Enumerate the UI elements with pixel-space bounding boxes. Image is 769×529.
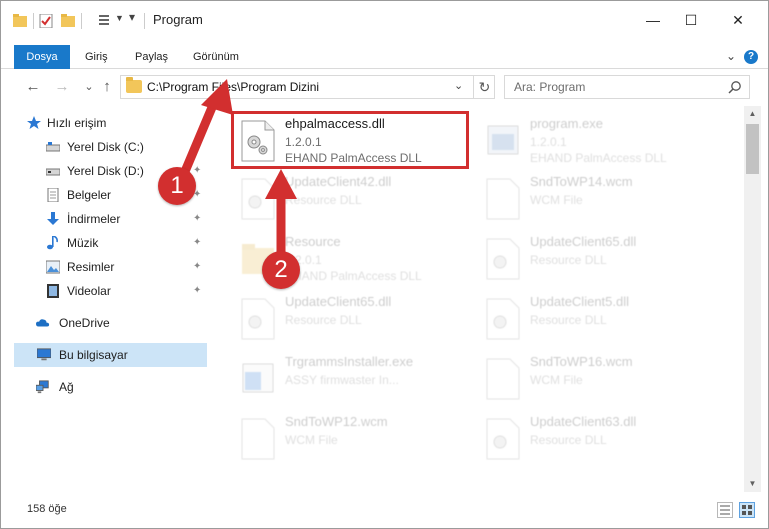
step-2-badge: 2 bbox=[262, 251, 300, 289]
details-view-button[interactable] bbox=[717, 502, 733, 518]
item-count: 158 öğe bbox=[27, 503, 67, 515]
status-bar: 158 öğe bbox=[1, 499, 768, 521]
details-view-icon bbox=[720, 505, 730, 515]
step-1-badge: 1 bbox=[158, 167, 196, 205]
large-icons-view-button[interactable] bbox=[739, 502, 755, 518]
arrow-1-head bbox=[201, 79, 233, 115]
arrow-2-head bbox=[265, 169, 297, 199]
annotation-layer bbox=[176, 79, 297, 261]
explorer-window: ▼ ▾ Program — ☐ ✕ Dosya Giriş Paylaş Gör… bbox=[0, 0, 769, 529]
large-icons-view-icon bbox=[742, 505, 752, 515]
